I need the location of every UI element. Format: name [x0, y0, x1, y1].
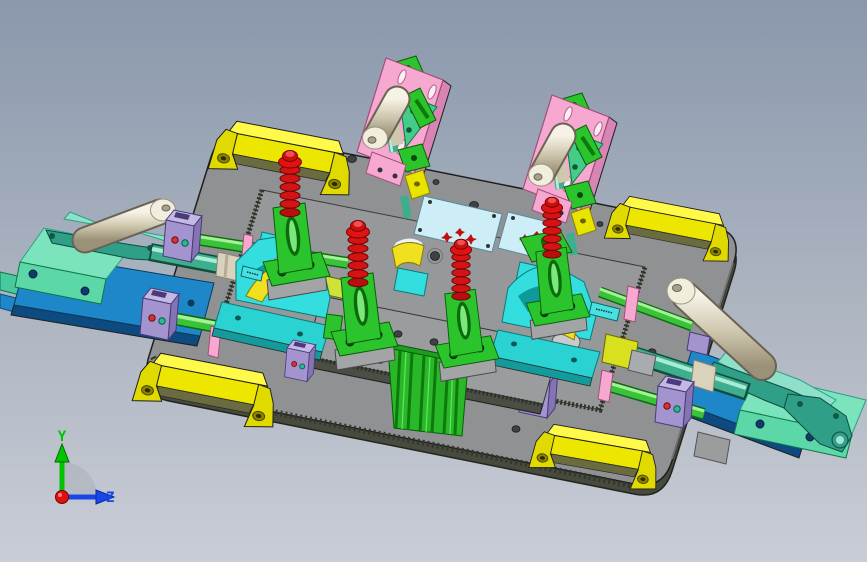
guide-block-left-lower	[139, 287, 180, 341]
axis-origin	[55, 490, 69, 504]
cad-viewport[interactable]: Y Z	[0, 0, 867, 562]
guide-block-center	[284, 339, 317, 383]
guide-block-right-outer	[654, 375, 695, 429]
guide-block-left-upper	[162, 209, 203, 263]
axis-y-label: Y	[58, 429, 67, 445]
axis-z-label: Z	[106, 490, 114, 506]
cad-window: Y Z	[0, 0, 867, 562]
